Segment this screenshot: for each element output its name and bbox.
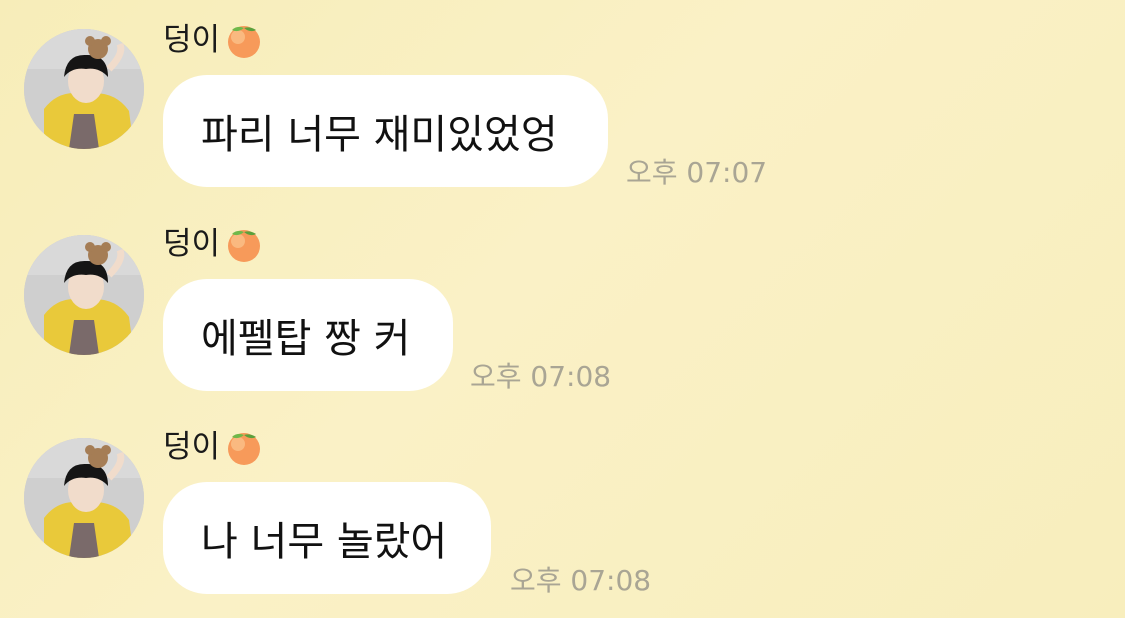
message-time: 오후 07:07 bbox=[626, 156, 768, 189]
message-text: 나 너무 놀랐어 bbox=[201, 519, 448, 565]
message-bubble[interactable]: 나 너무 놀랐어 bbox=[163, 482, 491, 594]
avatar[interactable] bbox=[24, 29, 144, 149]
avatar[interactable] bbox=[24, 235, 144, 355]
message-text: 에펠탑 짱 커 bbox=[201, 316, 411, 362]
message-text: 파리 너무 재미있었엉 bbox=[201, 112, 558, 158]
peach-icon bbox=[228, 230, 261, 262]
peach-icon bbox=[228, 433, 261, 465]
message-bubble[interactable]: 파리 너무 재미있었엉 bbox=[163, 75, 608, 187]
sender-name: 덩이 bbox=[163, 20, 264, 60]
sender-name: 덩이 bbox=[163, 427, 264, 467]
sender-name: 덩이 bbox=[163, 224, 264, 264]
avatar[interactable] bbox=[24, 438, 144, 558]
peach-icon bbox=[228, 26, 261, 58]
message-time: 오후 07:08 bbox=[470, 360, 612, 393]
sender-name-text: 덩이 bbox=[163, 429, 221, 465]
message-bubble[interactable]: 에펠탑 짱 커 bbox=[163, 279, 453, 391]
sender-name-text: 덩이 bbox=[163, 22, 221, 58]
sender-name-text: 덩이 bbox=[163, 226, 221, 262]
message-time: 오후 07:08 bbox=[510, 564, 652, 597]
